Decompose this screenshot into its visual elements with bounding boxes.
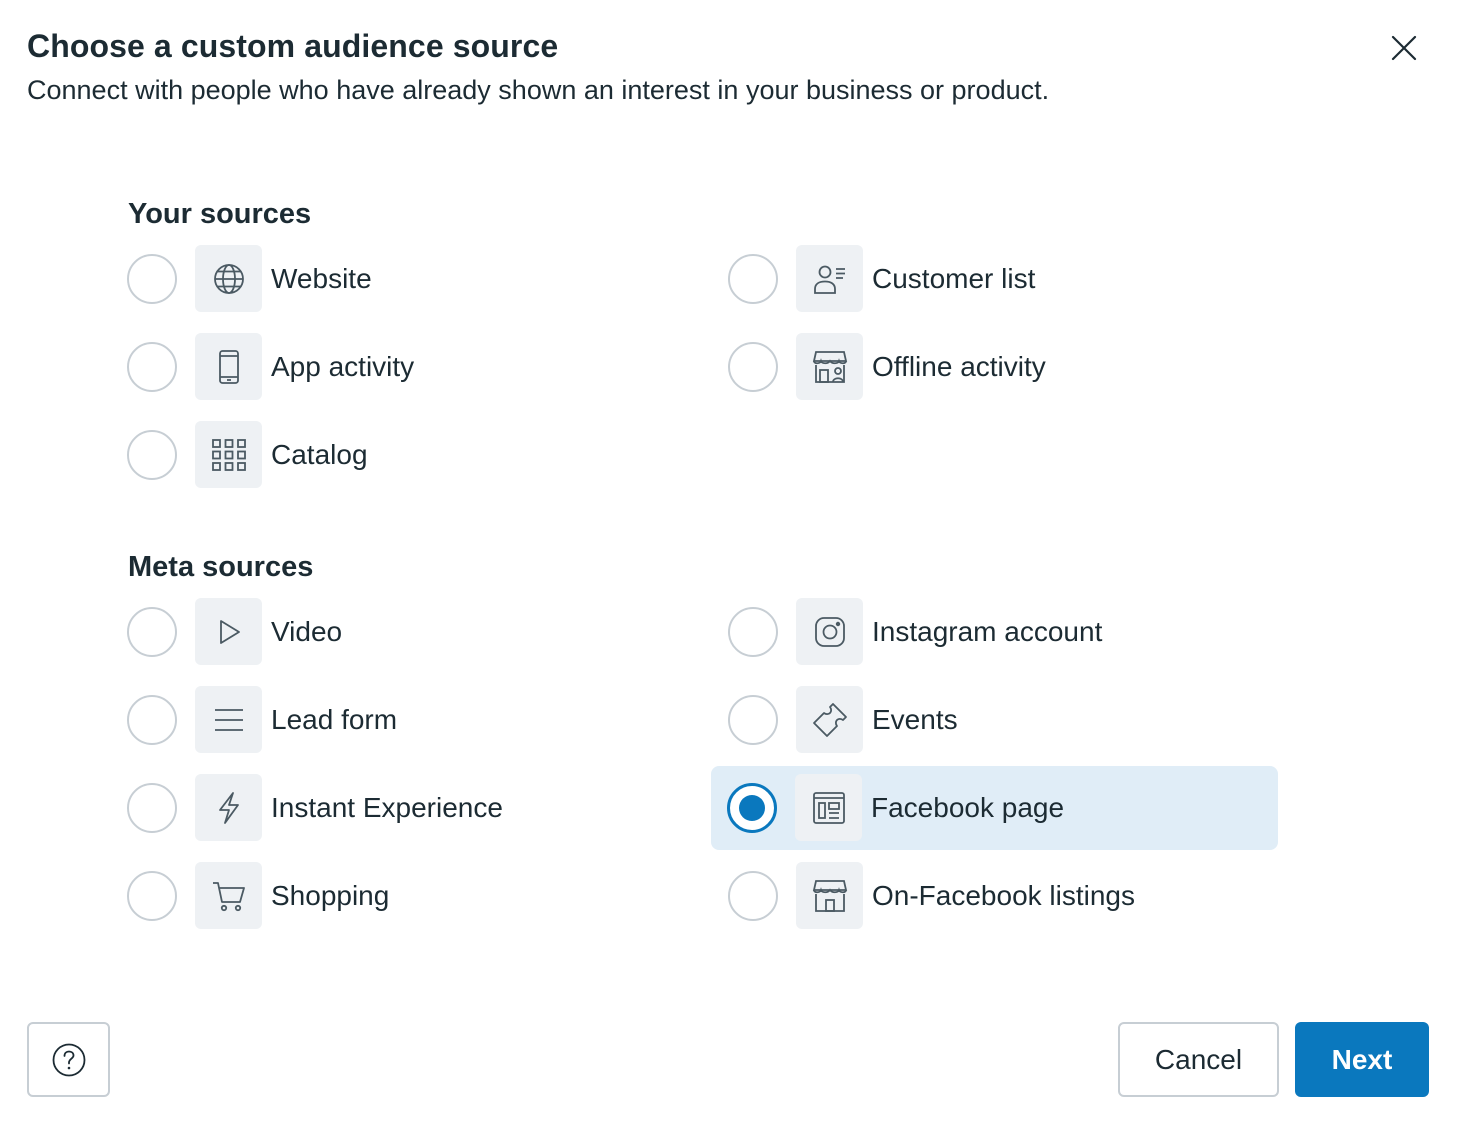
- option-catalog[interactable]: Catalog: [111, 413, 678, 497]
- option-on-facebook-listings[interactable]: On-Facebook listings: [712, 854, 1279, 938]
- option-label: Facebook page: [871, 792, 1065, 823]
- option-website[interactable]: Website: [111, 237, 678, 321]
- option-label: Instant Experience: [271, 792, 503, 823]
- shop-icon: [796, 862, 863, 929]
- option-video[interactable]: Video: [111, 590, 678, 674]
- store-icon: [796, 333, 863, 400]
- mobile-phone-icon: [195, 333, 262, 400]
- option-label: Instagram account: [872, 616, 1103, 647]
- radio-instagram-account[interactable]: [728, 607, 778, 657]
- ticket-icon: [796, 686, 863, 753]
- option-label: App activity: [271, 351, 415, 382]
- dialog-title: Choose a custom audience source: [27, 28, 559, 64]
- option-shopping[interactable]: Shopping: [111, 854, 678, 938]
- meta-sources-heading: Meta sources: [128, 551, 314, 583]
- option-label: Events: [872, 704, 958, 735]
- option-customer-list[interactable]: Customer list: [712, 237, 1279, 321]
- help-button[interactable]: [27, 1022, 110, 1097]
- radio-shopping[interactable]: [127, 871, 177, 921]
- option-label: Shopping: [271, 880, 390, 911]
- option-label: Website: [271, 263, 372, 294]
- option-label: Offline activity: [872, 351, 1046, 382]
- dialog-subtitle: Connect with people who have already sho…: [27, 75, 1050, 105]
- radio-offline-activity[interactable]: [728, 342, 778, 392]
- option-instant-experience[interactable]: Instant Experience: [111, 766, 678, 850]
- close-button[interactable]: [1380, 24, 1428, 72]
- option-app-activity[interactable]: App activity: [111, 325, 678, 409]
- radio-app-activity[interactable]: [127, 342, 177, 392]
- next-button[interactable]: Next: [1295, 1022, 1429, 1097]
- radio-instant-experience[interactable]: [127, 783, 177, 833]
- radio-facebook-page[interactable]: [727, 783, 777, 833]
- option-events[interactable]: Events: [712, 678, 1279, 762]
- option-label: Catalog: [271, 439, 368, 470]
- option-facebook-page[interactable]: Facebook page: [711, 766, 1278, 850]
- radio-catalog[interactable]: [127, 430, 177, 480]
- instagram-icon: [796, 598, 863, 665]
- radio-customer-list[interactable]: [728, 254, 778, 304]
- option-lead-form[interactable]: Lead form: [111, 678, 678, 762]
- play-icon: [195, 598, 262, 665]
- option-label: Lead form: [271, 704, 398, 735]
- page-icon: [795, 774, 862, 841]
- your-sources-heading: Your sources: [128, 198, 312, 230]
- close-icon: [1391, 35, 1417, 61]
- radio-events[interactable]: [728, 695, 778, 745]
- radio-lead-form[interactable]: [127, 695, 177, 745]
- radio-website[interactable]: [127, 254, 177, 304]
- option-label: On-Facebook listings: [872, 880, 1136, 911]
- option-offline-activity[interactable]: Offline activity: [712, 325, 1279, 409]
- radio-on-facebook-listings[interactable]: [728, 871, 778, 921]
- customer-list-icon: [796, 245, 863, 312]
- cart-icon: [195, 862, 262, 929]
- question-icon: [52, 1043, 85, 1076]
- cancel-button[interactable]: Cancel: [1118, 1022, 1279, 1097]
- grid-icon: [195, 421, 262, 488]
- lightning-icon: [195, 774, 262, 841]
- lines-icon: [195, 686, 262, 753]
- radio-video[interactable]: [127, 607, 177, 657]
- option-instagram-account[interactable]: Instagram account: [712, 590, 1279, 674]
- option-label: Video: [271, 616, 343, 647]
- globe-icon: [195, 245, 262, 312]
- option-label: Customer list: [872, 263, 1036, 294]
